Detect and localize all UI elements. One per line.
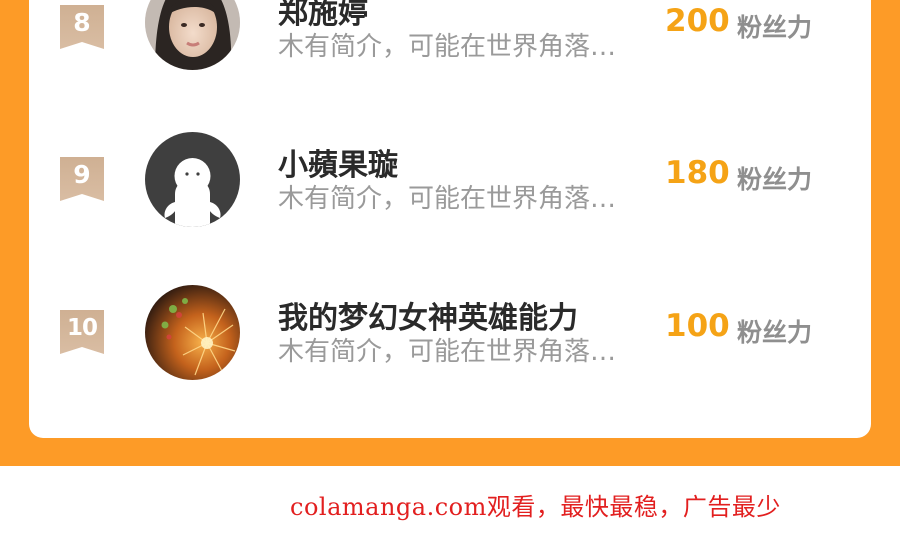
user-intro: 木有简介，可能在世界角落… <box>278 32 617 62</box>
portrait-photo-avatar <box>145 0 240 70</box>
ranking-row[interactable]: 8 郑施婷 木有简介，可能在世界角落… 200 粉丝力 <box>29 0 871 80</box>
user-intro: 木有简介，可能在世界角落… <box>278 337 617 367</box>
user-avatar[interactable] <box>145 0 240 70</box>
site-watermark-text: colamanga.com观看，最快最稳，广告最少 <box>290 493 781 521</box>
fan-power-score: 100 <box>665 308 730 344</box>
ranking-row[interactable]: 9 小蘋果璇 木有简介，可能在世界角落… 180 粉丝力 <box>29 132 871 232</box>
ghost-default-avatar-icon <box>145 132 240 227</box>
ranking-row[interactable]: 10 我的梦幻女神英雄能力 木有简介，可能在世界角落… 100 粉丝力 <box>29 285 871 385</box>
rank-number: 8 <box>73 8 91 37</box>
rank-badge-icon: 8 <box>60 5 104 49</box>
rank-badge-icon: 9 <box>60 157 104 201</box>
fan-power-score: 180 <box>665 155 730 191</box>
fan-power-unit: 粉丝力 <box>737 13 813 42</box>
user-avatar[interactable] <box>145 132 240 227</box>
fan-power-score: 200 <box>665 3 730 39</box>
fan-power-unit: 粉丝力 <box>737 318 813 347</box>
rank-number: 9 <box>73 160 91 189</box>
user-avatar[interactable] <box>145 285 240 380</box>
fireworks-photo-avatar <box>145 285 240 380</box>
user-intro: 木有简介，可能在世界角落… <box>278 184 617 214</box>
ranking-list-card: 8 郑施婷 木有简介，可能在世界角落… 200 粉丝力 9 小蘋果璇 木有简介，… <box>29 0 871 438</box>
fan-power-unit: 粉丝力 <box>737 165 813 194</box>
rank-badge-icon: 10 <box>60 310 104 354</box>
rank-number: 10 <box>66 315 98 341</box>
